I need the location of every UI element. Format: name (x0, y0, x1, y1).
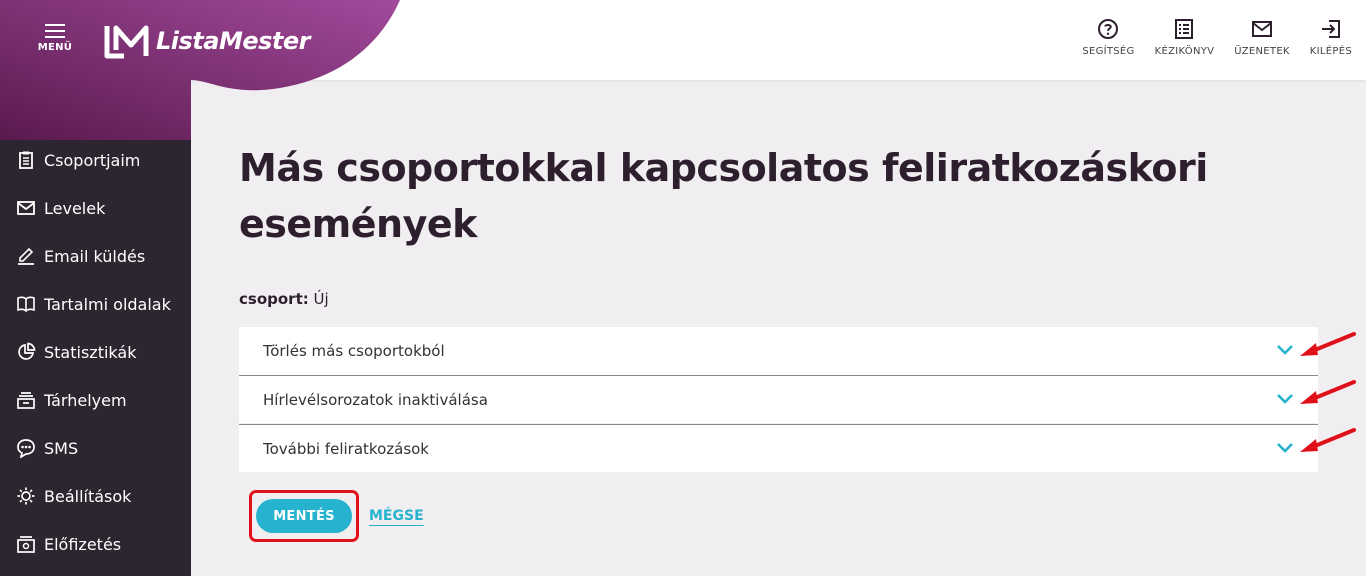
sidebar-item-storage[interactable]: Tárhelyem (16, 390, 127, 410)
sidebar-item-label: Beállítások (44, 486, 132, 506)
annotation-arrow-icon (1300, 332, 1356, 356)
accordion-label: Törlés más csoportokból (263, 342, 445, 360)
logo-text: ListaMester (156, 27, 311, 55)
storage-icon (17, 392, 35, 409)
chevron-down-icon[interactable] (1276, 442, 1294, 454)
listamester-logo-icon (104, 25, 149, 59)
sidebar-item-settings[interactable]: Beállítások (16, 486, 131, 506)
page-title-line2: események (239, 202, 477, 246)
logout-label: KILÉPÉS (1309, 46, 1352, 57)
sidebar-item-label: Tartalmi oldalak (44, 294, 171, 314)
help-icon (1098, 19, 1119, 39)
sidebar-item-label: SMS (44, 438, 79, 458)
manual-icon (1175, 19, 1194, 39)
group-info: csoport: Új (239, 290, 329, 308)
save-button[interactable]: MENTÉS (256, 499, 352, 533)
messages-label: ÜZENETEK (1234, 46, 1290, 57)
accordion-label: További feliratkozások (263, 439, 429, 458)
book-icon (17, 296, 35, 313)
chevron-down-icon[interactable] (1276, 344, 1294, 356)
help-button[interactable]: SEGÍTSÉG (1082, 18, 1134, 57)
accordion-further-subscriptions[interactable]: További feliratkozások (239, 424, 1318, 472)
manual-button[interactable]: KÉZIKÖNYV (1155, 18, 1215, 57)
group-label: csoport: (239, 290, 309, 308)
clipboard-icon (19, 151, 33, 169)
sidebar-item-label: Statisztikák (44, 342, 137, 362)
subscription-icon (17, 536, 35, 553)
gear-icon (17, 487, 35, 505)
listamester-logo[interactable]: ListaMester (104, 23, 311, 59)
envelope-icon (17, 201, 35, 215)
sidebar-item-label: Email küldés (44, 246, 146, 266)
chevron-down-icon[interactable] (1276, 393, 1294, 405)
sidebar-item-label: Előfizetés (44, 534, 122, 554)
pie-chart-icon (18, 342, 36, 360)
manual-label: KÉZIKÖNYV (1154, 46, 1215, 57)
page-title-line1: Más csoportokkal kapcsolatos feliratkozá… (239, 146, 1208, 190)
sidebar-item-sms[interactable]: SMS (16, 438, 78, 458)
help-label: SEGÍTSÉG (1082, 46, 1135, 57)
sidebar-item-statistics[interactable]: Statisztikák (16, 342, 136, 362)
logout-button[interactable]: KILÉPÉS (1310, 18, 1352, 57)
hamburger-icon (45, 24, 65, 38)
sidebar-item-content-pages[interactable]: Tartalmi oldalak (16, 294, 171, 314)
main-content: Más csoportokkal kapcsolatos feliratkozá… (239, 140, 1319, 542)
form-actions: MENTÉS MÉGSE (239, 490, 424, 542)
sidebar-item-letters[interactable]: Levelek (16, 198, 105, 218)
save-highlight: MENTÉS (249, 490, 359, 542)
sidebar-item-label: Csoportjaim (44, 150, 141, 170)
page-title: Más csoportokkal kapcsolatos feliratkozá… (239, 140, 1319, 252)
sidebar-item-label: Tárhelyem (44, 390, 127, 410)
logout-icon (1321, 20, 1340, 38)
group-value: Új (313, 290, 329, 308)
pencil-icon (18, 247, 34, 265)
sidebar-item-groups[interactable]: Csoportjaim (16, 150, 140, 170)
sms-icon (17, 439, 35, 458)
accordion-delete-from-groups[interactable]: Törlés más csoportokból (239, 327, 1318, 375)
messages-button[interactable]: ÜZENETEK (1234, 18, 1290, 57)
sidebar-item-subscription[interactable]: Előfizetés (16, 534, 121, 554)
sidebar: Csoportjaim Levelek Email küldés Tartalm… (0, 80, 191, 576)
annotation-arrow-icon (1300, 380, 1356, 404)
annotation-arrow-icon (1300, 428, 1356, 452)
accordion-deactivate-series[interactable]: Hírlevélsorozatok inaktiválása (239, 375, 1318, 423)
sidebar-item-label: Levelek (44, 198, 106, 218)
mail-icon (1252, 21, 1273, 37)
menu-label: MENÜ (37, 42, 73, 53)
accordion-label: Hírlevélsorozatok inaktiválása (263, 390, 488, 409)
top-actions: SEGÍTSÉG KÉZIKÖNYV ÜZENETEK KILÉPÉS (1062, 18, 1352, 57)
sidebar-item-email-send[interactable]: Email küldés (16, 246, 145, 266)
menu-button[interactable]: MENÜ (30, 24, 80, 64)
cancel-link[interactable]: MÉGSE (369, 508, 424, 524)
